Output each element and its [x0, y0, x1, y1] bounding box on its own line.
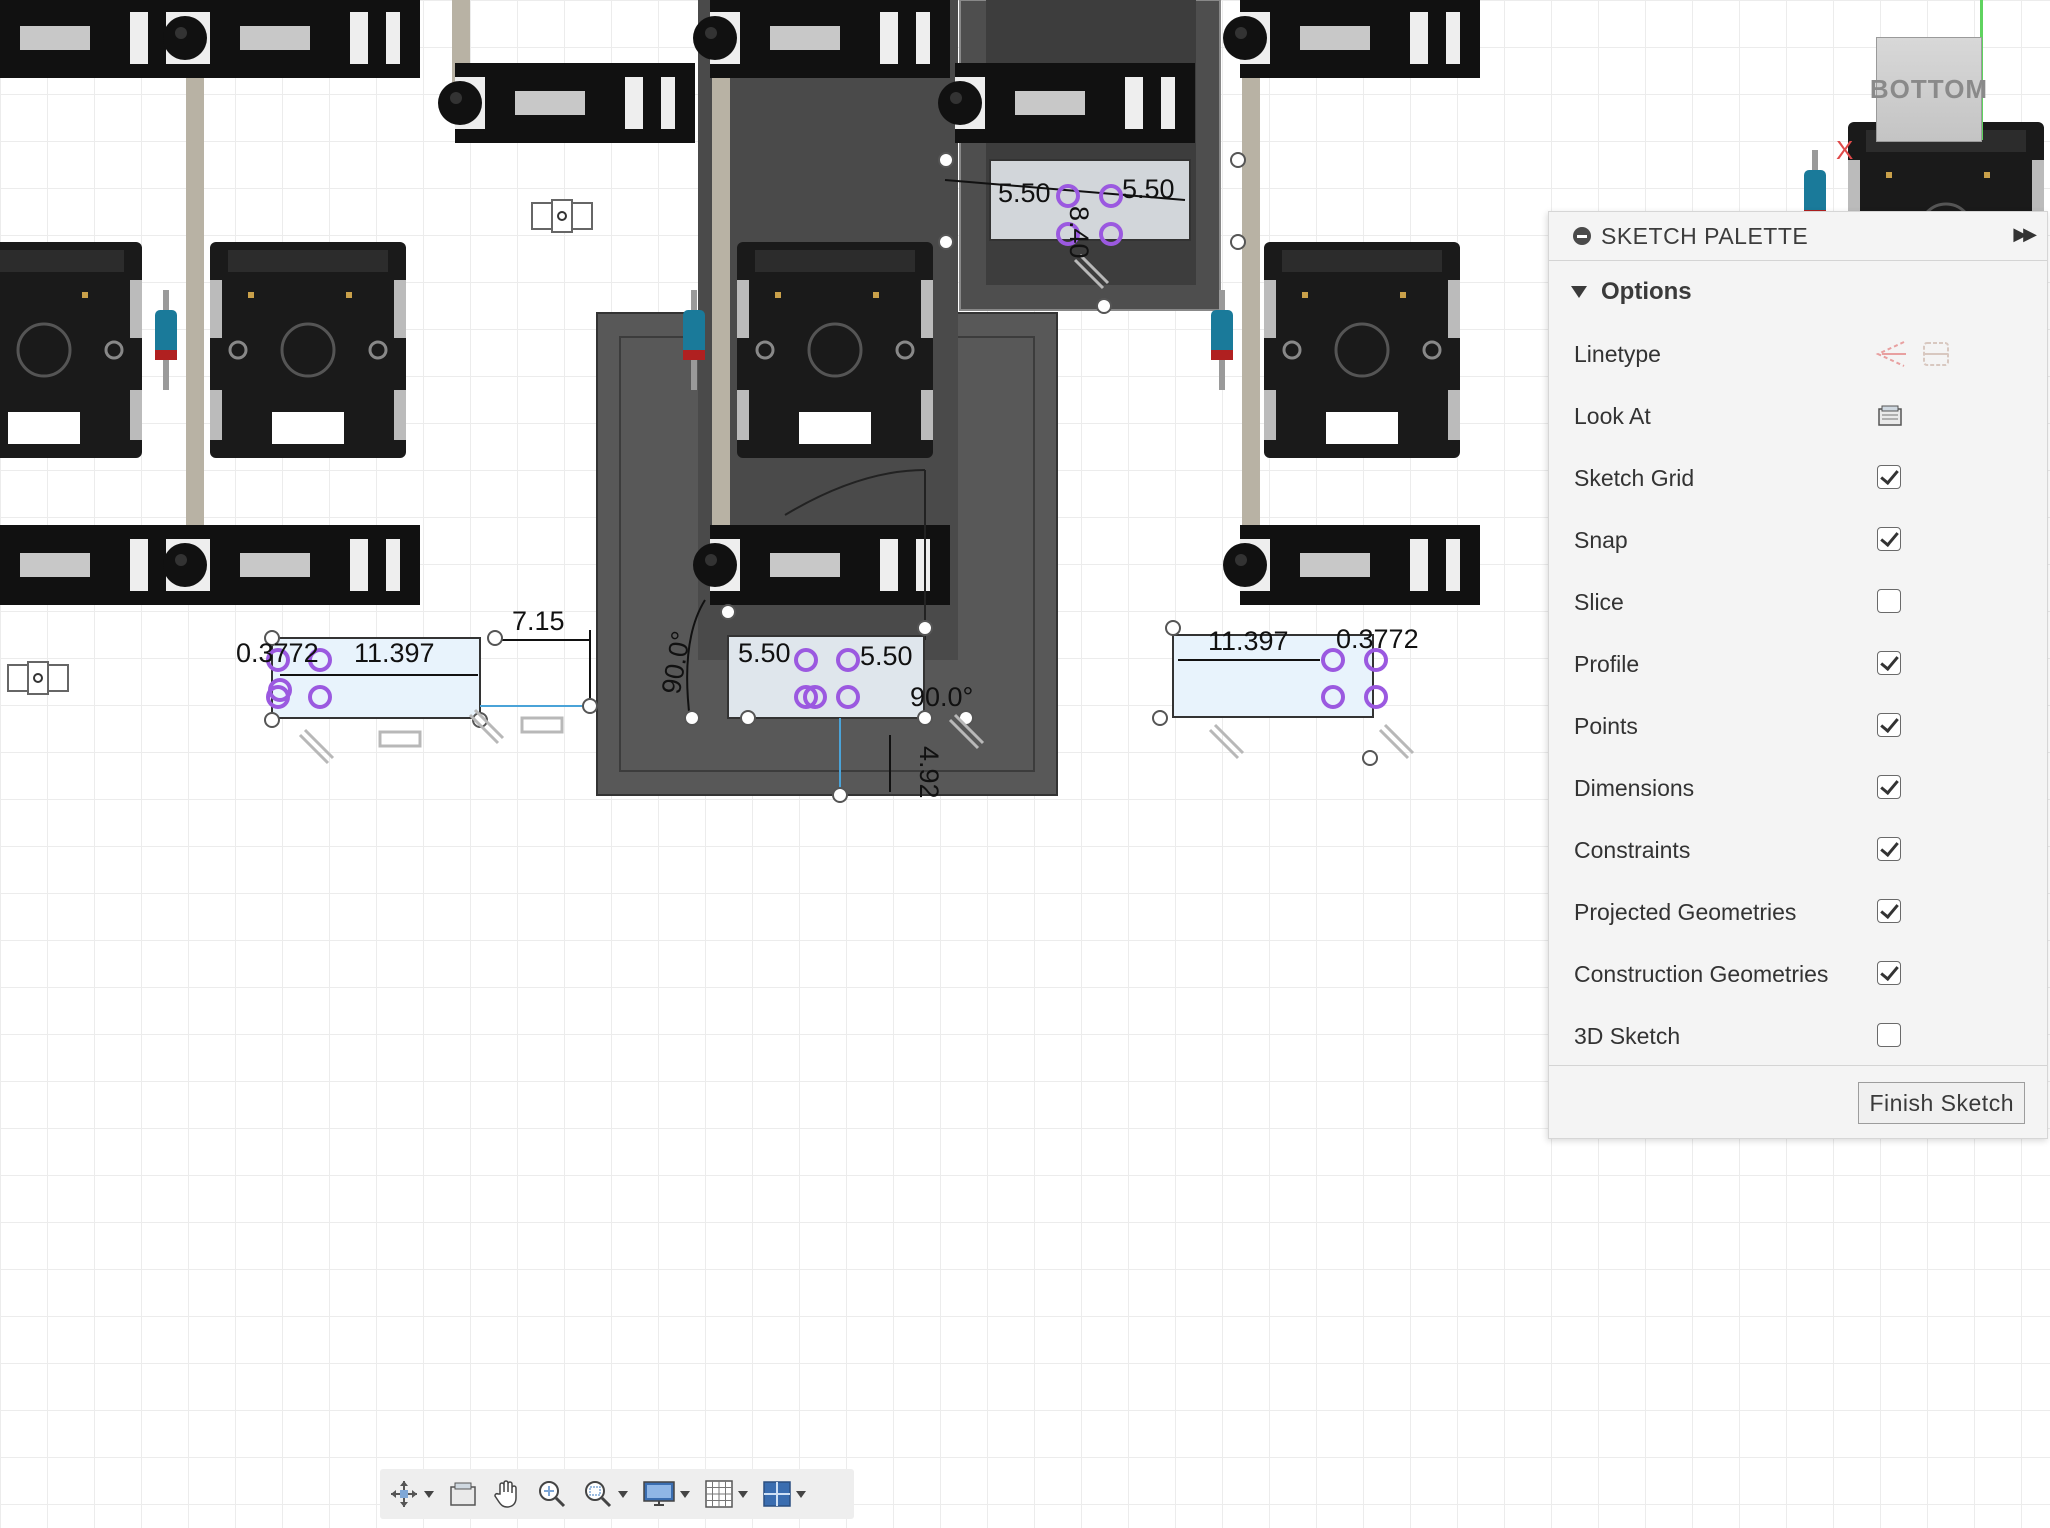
projected-geometries-row: Projected Geometries [1549, 881, 2047, 943]
constraints-checkbox[interactable] [1877, 837, 1901, 861]
sketch-palette: SKETCH PALETTE ▶▶ Options Linetype Look … [1548, 211, 2048, 1139]
dim-top-vertical[interactable]: 8.40 [1064, 206, 1094, 259]
x-axis-label: X [1836, 135, 1854, 165]
navigation-toolbar [380, 1469, 854, 1519]
dim-top-right[interactable]: 5.50 [1122, 174, 1175, 204]
look-at-button[interactable] [448, 1474, 478, 1514]
profile-row: Profile [1549, 633, 2047, 695]
chevron-down-icon[interactable] [796, 1490, 806, 1498]
construction-geometries-label: Construction Geometries [1574, 960, 1829, 987]
linetype-row: Linetype [1549, 323, 2047, 385]
dim-center-left[interactable]: 5.50 [738, 638, 791, 668]
orbit-button[interactable] [388, 1474, 434, 1514]
options-section-label: Options [1601, 278, 1692, 305]
slice-label: Slice [1574, 588, 1624, 615]
view-cube-face-label: BOTTOM [1869, 74, 1989, 104]
viewports-icon [763, 1481, 791, 1507]
zoom-window-icon [585, 1481, 612, 1508]
snap-label: Snap [1574, 526, 1628, 553]
options-section-toggle[interactable]: Options [1549, 261, 2047, 323]
grid-settings-icon [705, 1480, 733, 1508]
view-cube[interactable]: BOTTOM [1870, 37, 1987, 142]
dim-left-width[interactable]: 11.397 [354, 638, 435, 668]
dim-center-height[interactable]: 4.92 [914, 746, 944, 799]
zoom-button[interactable] [536, 1474, 568, 1514]
dimensions-label: Dimensions [1574, 774, 1695, 801]
look-at-icon [450, 1482, 476, 1506]
dimensions-row: Dimensions [1549, 757, 2047, 819]
chevron-down-icon[interactable] [680, 1490, 690, 1498]
sketch-grid-checkbox[interactable] [1877, 465, 1901, 489]
sketch-palette-title: SKETCH PALETTE [1601, 222, 1809, 249]
sketch-grid-label: Sketch Grid [1574, 464, 1695, 491]
chevron-down-icon[interactable] [618, 1490, 628, 1498]
zoom-window-button[interactable] [582, 1474, 628, 1514]
dim-left-offset[interactable]: 0.3772 [236, 638, 319, 668]
dim-angle-right[interactable]: 90.0° [910, 682, 973, 712]
dim-gap[interactable]: 7.15 [512, 606, 565, 636]
points-label: Points [1574, 712, 1638, 739]
look-at-row: Look At [1549, 385, 2047, 447]
dim-center-right[interactable]: 5.50 [860, 641, 913, 671]
pan-icon [494, 1480, 517, 1508]
snap-checkbox[interactable] [1877, 527, 1901, 551]
dim-top-left[interactable]: 5.50 [998, 178, 1051, 208]
look-at-label: Look At [1574, 402, 1651, 429]
chevron-down-icon[interactable] [738, 1490, 748, 1498]
projected-geometries-checkbox[interactable] [1877, 899, 1901, 923]
3d-sketch-row: 3D Sketch [1549, 1005, 2047, 1067]
construction-linetype-icon[interactable] [1875, 341, 1906, 367]
snap-row: Snap [1549, 509, 2047, 571]
centerline-linetype-icon[interactable] [1923, 342, 1949, 366]
sketch-palette-footer: Finish Sketch [1549, 1065, 2047, 1138]
slice-checkbox[interactable] [1877, 589, 1901, 613]
profile-checkbox[interactable] [1877, 651, 1901, 675]
look-at-icon[interactable] [1877, 403, 1903, 429]
constraints-row: Constraints [1549, 819, 2047, 881]
pan-button[interactable] [492, 1474, 522, 1514]
display-settings-button[interactable] [642, 1474, 690, 1514]
finish-sketch-button[interactable]: Finish Sketch [1858, 1082, 2025, 1124]
constraints-label: Constraints [1574, 836, 1691, 863]
display-settings-icon [643, 1481, 675, 1506]
slice-row: Slice [1549, 571, 2047, 633]
dim-right-width[interactable]: 11.397 [1208, 626, 1289, 656]
profile-label: Profile [1574, 650, 1640, 677]
projected-geometries-label: Projected Geometries [1574, 898, 1797, 925]
points-row: Points [1549, 695, 2047, 757]
construction-geometries-checkbox[interactable] [1877, 961, 1901, 985]
3d-sketch-checkbox[interactable] [1877, 1023, 1901, 1047]
viewports-button[interactable] [762, 1474, 806, 1514]
grid-settings-button[interactable] [704, 1474, 748, 1514]
construction-geometries-row: Construction Geometries [1549, 943, 2047, 1005]
chevron-down-icon[interactable] [424, 1490, 434, 1498]
dimensions-checkbox[interactable] [1877, 775, 1901, 799]
points-checkbox[interactable] [1877, 713, 1901, 737]
dim-right-offset[interactable]: 0.3772 [1336, 624, 1419, 654]
sketch-grid-row: Sketch Grid [1549, 447, 2047, 509]
collapse-icon[interactable] [1573, 227, 1591, 245]
zoom-icon [539, 1481, 566, 1508]
linetype-label: Linetype [1574, 340, 1661, 367]
3d-sketch-label: 3D Sketch [1574, 1022, 1681, 1049]
triangle-down-icon [1571, 286, 1587, 298]
expand-panel-icon[interactable]: ▶▶ [2013, 224, 2037, 245]
sketch-palette-header[interactable]: SKETCH PALETTE ▶▶ [1549, 212, 2047, 261]
orbit-icon [391, 1481, 417, 1507]
linetype-icons [1875, 341, 1949, 367]
